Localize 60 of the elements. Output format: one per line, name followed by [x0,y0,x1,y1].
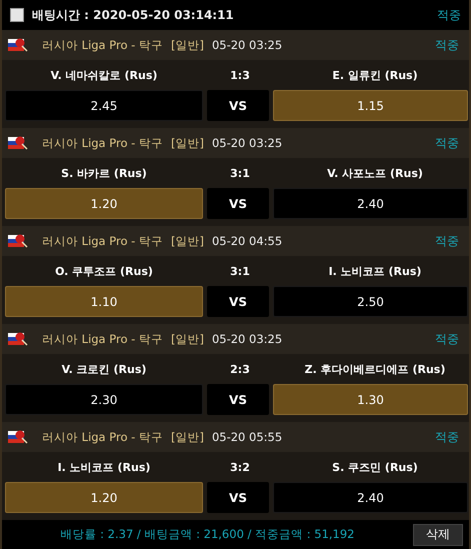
away-team: S. 쿠즈민 (Rus) [331,460,419,474]
bet-type: [일반] [170,136,204,150]
odds-button[interactable]: 1.15 [273,90,468,121]
bet-type: [일반] [170,38,204,52]
odds-button[interactable]: 1.20 [5,188,203,219]
score: 1:3 [229,68,251,82]
away-team: E. 일류킨 (Rus) [331,68,419,82]
russia-flag-icon [8,332,28,346]
vs-label: VS [207,188,269,219]
match-time: 05-20 05:55 [212,430,284,444]
bet-type: [일반] [170,332,204,346]
result-status: 적중 [435,36,459,54]
home-team: O. 쿠투조프 (Rus) [54,264,154,278]
score: 3:2 [229,460,251,474]
bet-type: [일반] [170,430,204,444]
league-name: 러시아 Liga Pro - 탁구 [42,332,163,346]
russia-flag-icon [8,430,28,444]
league-name: 러시아 Liga Pro - 탁구 [42,234,163,248]
odds-button[interactable]: 2.40 [273,482,468,513]
score: 3:1 [229,166,251,180]
away-team: V. 사포노프 (Rus) [326,166,424,180]
vs-label: VS [207,482,269,513]
russia-flag-icon [8,136,28,150]
home-team: S. 바카르 (Rus) [60,166,148,180]
vs-label: VS [207,90,269,121]
league-name: 러시아 Liga Pro - 탁구 [42,430,163,444]
away-team: I. 노비코프 (Rus) [328,264,422,278]
result-status: 적중 [435,428,459,446]
bet-type: [일반] [170,234,204,248]
match-time: 05-20 04:55 [212,234,284,248]
result-status: 적중 [435,134,459,152]
russia-flag-icon [8,38,28,52]
result-status: 적중 [435,330,459,348]
odds-button[interactable]: 2.40 [273,188,468,219]
away-team: Z. 후다이베르디에프 (Rus) [304,362,446,376]
match-time: 05-20 03:25 [212,136,284,150]
score: 3:1 [229,264,251,278]
vs-label: VS [207,286,269,317]
vs-label: VS [207,384,269,415]
score: 2:3 [229,362,251,376]
home-team: V. 네마쉬칼로 (Rus) [50,68,158,82]
odds-button[interactable]: 1.30 [273,384,468,415]
odds-button[interactable]: 2.45 [5,90,203,121]
home-team: I. 노비코프 (Rus) [56,460,152,474]
russia-flag-icon [8,234,28,248]
bet-time: 배팅시간 : 2020-05-20 03:14:11 [32,6,235,24]
match-time: 05-20 03:25 [212,332,284,346]
odds-button[interactable]: 2.50 [273,286,468,317]
odds-button[interactable]: 2.30 [5,384,203,415]
league-name: 러시아 Liga Pro - 탁구 [42,136,163,150]
checkbox[interactable] [10,8,24,22]
bet-summary: 배당률 : 2.37 / 배팅금액 : 21,600 / 적중금액 : 51,192 [59,527,356,542]
delete-button[interactable]: 삭제 [413,524,463,546]
league-name: 러시아 Liga Pro - 탁구 [42,38,163,52]
match-time: 05-20 03:25 [212,38,284,52]
result-status: 적중 [437,6,461,24]
home-team: V. 크로킨 (Rus) [60,362,148,376]
result-status: 적중 [435,232,459,250]
odds-button[interactable]: 1.20 [5,482,203,513]
odds-button[interactable]: 1.10 [5,286,203,317]
